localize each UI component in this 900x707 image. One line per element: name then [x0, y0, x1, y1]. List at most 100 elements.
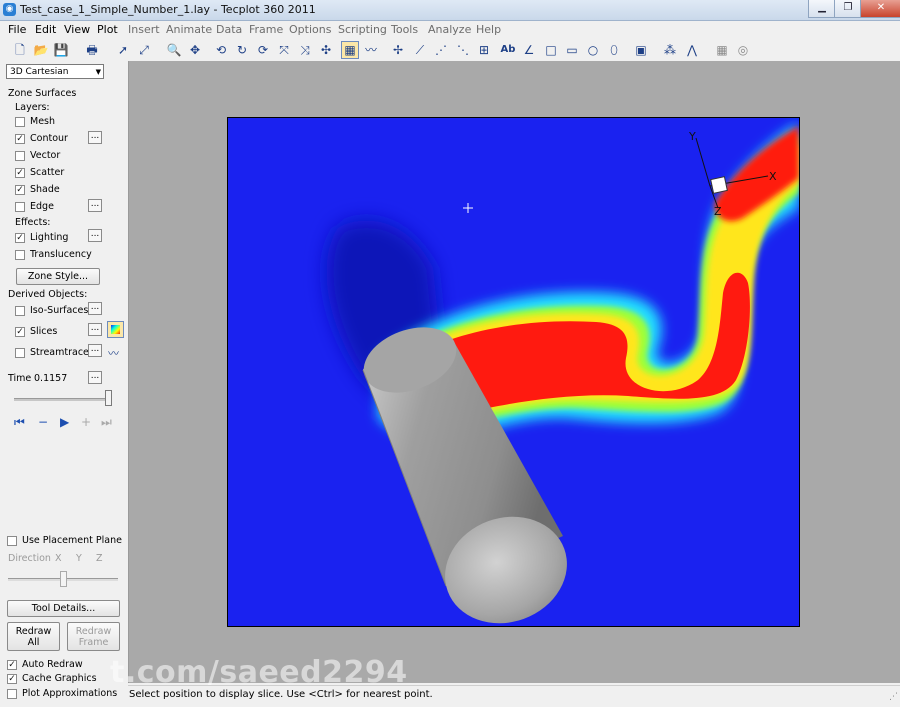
streamtraces-checkbox[interactable]	[15, 348, 25, 358]
edge-options-button[interactable]: ...	[88, 199, 102, 212]
menu-insert[interactable]: Insert	[128, 23, 160, 36]
menu-edit[interactable]: Edit	[35, 23, 56, 36]
square-icon[interactable]: □	[543, 42, 559, 58]
plot-type-select[interactable]: 3D Cartesian ▼	[6, 64, 104, 79]
new-file-icon[interactable]: 🗋	[12, 42, 28, 58]
contour-remove-icon[interactable]: ⋱	[455, 42, 471, 58]
adjustor-icon[interactable]: ⤢	[136, 42, 152, 58]
time-slider-track[interactable]	[14, 398, 112, 401]
zoom-icon[interactable]: 🔍	[166, 42, 182, 58]
mesh-extract-icon[interactable]: ⊞	[476, 42, 492, 58]
rotate-spherical-icon[interactable]: ⟲	[213, 42, 229, 58]
play-icon[interactable]: ▶	[60, 415, 69, 429]
streamtraces-options-button[interactable]: ...	[88, 344, 102, 357]
plot-frame[interactable]: Y X Z	[227, 117, 800, 627]
select-arrow-icon[interactable]: ➚	[115, 42, 131, 58]
direction-label: Direction	[8, 553, 51, 564]
direction-x[interactable]: X	[55, 553, 62, 564]
grid-icon[interactable]: ▦	[714, 42, 730, 58]
redraw-frame-button[interactable]: Redraw Frame	[67, 622, 120, 651]
print-icon[interactable]: 🖶	[84, 42, 100, 58]
menu-file[interactable]: File	[8, 23, 26, 36]
layer-edge-checkbox[interactable]	[15, 202, 25, 212]
rectangle-icon[interactable]: ▭	[564, 42, 580, 58]
iso-surfaces-checkbox[interactable]	[15, 306, 25, 316]
zone-style-button[interactable]: Zone Style...	[16, 268, 100, 285]
contour-add-icon[interactable]: ⋰	[433, 42, 449, 58]
maximize-button[interactable]: ❐	[834, 0, 862, 18]
redraw-all-line2: All	[27, 637, 40, 648]
time-label: Time	[8, 373, 32, 384]
polar-grid-icon[interactable]: ◎	[735, 42, 751, 58]
step-back-icon[interactable]: −	[38, 415, 48, 429]
window-title: Test_case_1_Simple_Number_1.lay - Tecplo…	[20, 3, 316, 16]
contour-plot[interactable]: Y X Z	[228, 118, 799, 626]
effect-translucency-checkbox[interactable]	[15, 250, 25, 260]
redraw-all-line1: Redraw	[15, 626, 52, 637]
layer-mesh-checkbox[interactable]	[15, 117, 25, 127]
tool-details-button[interactable]: Tool Details...	[7, 600, 120, 617]
first-step-icon[interactable]: ⏮	[14, 415, 25, 430]
close-button[interactable]: ✕	[860, 0, 900, 18]
minimize-button[interactable]: ▁	[808, 0, 836, 18]
point-extract-icon[interactable]: ⁂	[662, 42, 678, 58]
resize-grip-icon[interactable]: ⋰	[889, 692, 898, 702]
menu-help[interactable]: Help	[476, 23, 501, 36]
layer-scatter-checkbox[interactable]: ✓	[15, 168, 25, 178]
last-step-icon[interactable]: ⏭	[101, 415, 112, 430]
rotate-x-icon[interactable]: ⤧	[276, 42, 292, 58]
auto-redraw-checkbox[interactable]: ✓	[7, 660, 17, 670]
circle-icon[interactable]: ○	[585, 42, 601, 58]
menu-analyze[interactable]: Analyze	[428, 23, 471, 36]
layer-contour-checkbox[interactable]: ✓	[15, 134, 25, 144]
contour-options-button[interactable]: ...	[88, 131, 102, 144]
frame-icon[interactable]: ▣	[633, 42, 649, 58]
placement-slider-thumb[interactable]	[59, 571, 67, 587]
probe-icon[interactable]: ✢	[390, 42, 406, 58]
redraw-all-button[interactable]: Redraw All	[7, 622, 60, 651]
layer-shade-checkbox[interactable]: ✓	[15, 185, 25, 195]
slice-tool-icon[interactable]	[107, 321, 124, 338]
option-label: Auto Redraw	[22, 659, 83, 670]
slices-checkbox[interactable]: ✓	[15, 327, 25, 337]
menu-scripting[interactable]: Scripting	[338, 23, 387, 36]
plot-approximations-checkbox[interactable]	[7, 689, 17, 699]
text-tool-icon[interactable]: Ab	[500, 42, 516, 58]
menu-frame[interactable]: Frame	[249, 23, 283, 36]
iso-surfaces-options-button[interactable]: ...	[88, 302, 102, 315]
translate-icon[interactable]: ✥	[187, 42, 203, 58]
cache-graphics-checkbox[interactable]: ✓	[7, 674, 17, 684]
slices-options-button[interactable]: ...	[88, 323, 102, 336]
rotate-twist-icon[interactable]: ⟳	[255, 42, 271, 58]
redraw-frame-line2: Frame	[78, 637, 109, 648]
placement-plane-checkbox[interactable]	[7, 536, 17, 546]
ellipse-icon[interactable]: ⬯	[606, 42, 622, 58]
polyline-extract-icon[interactable]: ⋀	[684, 42, 700, 58]
menu-data[interactable]: Data	[216, 23, 242, 36]
lighting-options-button[interactable]: ...	[88, 229, 102, 242]
menu-tools[interactable]: Tools	[391, 23, 418, 36]
step-forward-icon[interactable]: +	[81, 415, 91, 429]
slice-tool-icon[interactable]: ▦	[341, 41, 359, 59]
menu-plot[interactable]: Plot	[97, 23, 118, 36]
layer-vector-checkbox[interactable]	[15, 151, 25, 161]
time-options-button[interactable]: ...	[88, 371, 102, 384]
rotate-z-icon[interactable]: ✣	[318, 42, 334, 58]
menu-view[interactable]: View	[64, 23, 90, 36]
streamtrace-tool-icon[interactable]: 〰	[108, 345, 119, 361]
plot-type-value: 3D Cartesian	[10, 67, 69, 77]
rotate-rollerball-icon[interactable]: ↻	[234, 42, 250, 58]
menu-animate[interactable]: Animate	[166, 23, 212, 36]
time-slider-thumb[interactable]	[105, 390, 112, 406]
menu-options[interactable]: Options	[289, 23, 331, 36]
streamtrace-icon[interactable]: 〰	[363, 42, 379, 58]
save-icon[interactable]: 💾	[53, 42, 69, 58]
direction-z[interactable]: Z	[96, 553, 103, 564]
toolbar: 🗋 📂 💾 🖶 ➚ ⤢ 🔍 ✥ ⟲ ↻ ⟳ ⤧ ⤨ ✣ ▦ 〰 ✢ ⟋ ⋰ ⋱ …	[0, 39, 900, 62]
effect-lighting-checkbox[interactable]: ✓	[15, 233, 25, 243]
contour-line-icon[interactable]: ⟋	[412, 42, 428, 58]
direction-y[interactable]: Y	[76, 553, 82, 564]
open-folder-icon[interactable]: 📂	[33, 42, 49, 58]
rotate-y-icon[interactable]: ⤨	[297, 42, 313, 58]
polyline-icon[interactable]: ∠	[521, 42, 537, 58]
